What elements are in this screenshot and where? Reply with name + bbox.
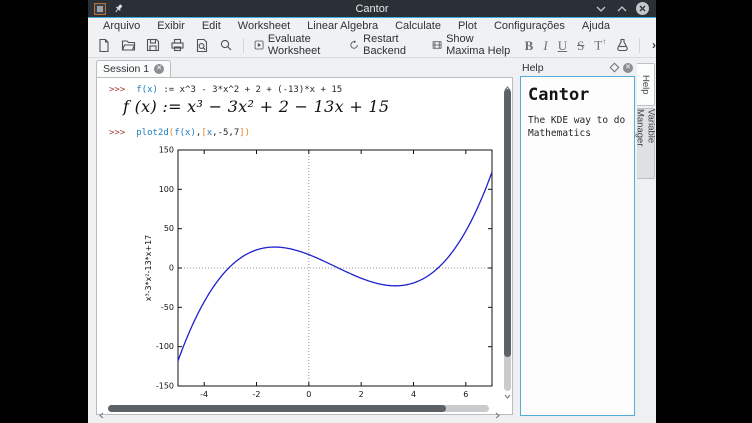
svg-text:150: 150 — [159, 146, 174, 155]
session-tab[interactable]: Session 1 ✕ — [96, 60, 171, 77]
svg-text:2: 2 — [359, 390, 364, 399]
toolbar-separator — [243, 38, 244, 53]
app-icon[interactable] — [94, 3, 106, 15]
menu-item-ajuda[interactable]: Ajuda — [582, 20, 610, 32]
svg-text:50: 50 — [164, 224, 174, 233]
horizontal-scrollbar-thumb[interactable] — [108, 405, 446, 412]
svg-text:-4: -4 — [200, 390, 208, 399]
bold-button[interactable]: B — [525, 39, 534, 52]
prompt: >>> — [109, 128, 125, 138]
scroll-right-icon[interactable] — [495, 406, 500, 423]
text-color-button[interactable] — [616, 38, 629, 52]
svg-text:4: 4 — [411, 390, 416, 399]
horizontal-scrollbar[interactable] — [97, 404, 503, 414]
svg-text:x³-3*x²-13*x+17: x³-3*x²-13*x+17 — [144, 235, 153, 302]
side-tab-variable-manager[interactable]: Variable Manager — [637, 108, 655, 179]
menu-item-linear-algebra[interactable]: Linear Algebra — [307, 20, 378, 32]
svg-text:-2: -2 — [253, 390, 261, 399]
window-title: Cantor — [88, 3, 656, 15]
desktop-background: Cantor Arquivo Exibir Edit Worksheet Lin… — [0, 0, 752, 423]
menu-item-edit[interactable]: Edit — [202, 20, 221, 32]
worksheet-frame: >>> f(x) := x^3 - 3*x^2 + 2 + (-13)*x + … — [96, 77, 513, 415]
strikethrough-button[interactable]: S — [577, 39, 584, 52]
vertical-scrollbar[interactable] — [503, 78, 512, 404]
titlebar[interactable]: Cantor — [88, 0, 656, 18]
command-code[interactable]: plot2d(f(x),[x,-5,7]) — [136, 128, 250, 138]
help-panel-title: Help — [522, 62, 544, 74]
new-document-button[interactable] — [97, 38, 111, 53]
session-tab-label: Session 1 — [103, 63, 149, 75]
worksheet-panel: Session 1 ✕ >>> f(x) := x^3 - 3*x^2 + 2 … — [88, 59, 515, 423]
show-maxima-help-button[interactable]: Show Maxima Help — [432, 33, 515, 57]
svg-text:0: 0 — [306, 390, 311, 399]
restart-icon — [349, 38, 359, 52]
menu-item-calculate[interactable]: Calculate — [395, 20, 441, 32]
menu-item-plot[interactable]: Plot — [458, 20, 477, 32]
maximize-button[interactable] — [615, 2, 628, 15]
shade-button[interactable] — [594, 2, 607, 15]
help-panel: Help ✕ Cantor The KDE way to do Mathemat… — [518, 59, 637, 423]
prompt: >>> — [109, 85, 125, 95]
italic-button[interactable]: I — [543, 39, 547, 52]
close-button[interactable] — [636, 2, 649, 15]
menubar: Arquivo Exibir Edit Worksheet Linear Alg… — [88, 18, 656, 33]
scroll-left-icon[interactable] — [99, 406, 104, 423]
command-code[interactable]: f(x) := x^3 - 3*x^2 + 2 + (-13)*x + 15 — [136, 85, 342, 95]
worksheet-canvas[interactable]: >>> f(x) := x^3 - 3*x^2 + 2 + (-13)*x + … — [97, 78, 503, 404]
float-panel-icon[interactable] — [610, 63, 620, 73]
session-tab-close-icon[interactable]: ✕ — [154, 64, 164, 74]
menu-item-worksheet[interactable]: Worksheet — [238, 20, 290, 32]
scroll-down-icon[interactable] — [504, 386, 511, 404]
help-content: Cantor The KDE way to do Mathematics — [520, 76, 635, 416]
svg-text:-100: -100 — [156, 342, 174, 351]
menu-item-configuracoes[interactable]: Configurações — [494, 20, 565, 32]
side-tab-help[interactable]: Help — [637, 63, 655, 106]
toolbar: Evaluate Worksheet Restart Backend Show … — [88, 33, 656, 58]
svg-text:100: 100 — [159, 185, 174, 194]
plot-image: -4 -2 0 2 4 6 -150 -100 -50 0 50 100 150 x³-3*x²-13*x… — [140, 145, 500, 403]
play-icon — [254, 38, 264, 52]
print-button[interactable] — [170, 38, 185, 52]
svg-text:6: 6 — [463, 390, 468, 399]
vertical-scrollbar-thumb[interactable] — [504, 89, 511, 357]
side-tab-strip: Help Variable Manager — [637, 59, 656, 423]
command-entry-2[interactable]: >>> plot2d(f(x),[x,-5,7]) — [109, 128, 250, 138]
underline-button[interactable]: U — [558, 39, 567, 52]
find-button[interactable] — [219, 38, 233, 52]
print-preview-button[interactable] — [195, 38, 209, 53]
toolbar-overflow-button[interactable]: › — [652, 38, 656, 52]
cantor-window: Cantor Arquivo Exibir Edit Worksheet Lin… — [88, 0, 656, 423]
rendered-math-output: f (x) := x³ − 3x² + 2 − 13x + 15 — [123, 97, 389, 116]
help-body-text: The KDE way to do Mathematics — [528, 114, 627, 141]
evaluate-worksheet-button[interactable]: Evaluate Worksheet — [254, 33, 339, 57]
restart-backend-button[interactable]: Restart Backend — [349, 33, 422, 57]
help-heading: Cantor — [528, 85, 627, 105]
svg-text:-150: -150 — [156, 382, 174, 391]
help-panel-close-icon[interactable]: ✕ — [623, 63, 633, 73]
toolbar-separator — [639, 38, 640, 53]
svg-text:-50: -50 — [161, 303, 174, 312]
superscript-button[interactable]: T↑ — [594, 38, 606, 51]
open-button[interactable] — [121, 38, 136, 52]
command-entry-1[interactable]: >>> f(x) := x^3 - 3*x^2 + 2 + (-13)*x + … — [109, 85, 342, 95]
maxima-icon — [432, 38, 442, 52]
menu-item-arquivo[interactable]: Arquivo — [103, 20, 140, 32]
svg-text:0: 0 — [169, 264, 174, 273]
save-button[interactable] — [146, 38, 160, 52]
menu-item-exibir[interactable]: Exibir — [157, 20, 185, 32]
help-panel-header[interactable]: Help ✕ — [518, 59, 637, 76]
main-content: Session 1 ✕ >>> f(x) := x^3 - 3*x^2 + 2 … — [88, 59, 656, 423]
pin-icon[interactable] — [112, 2, 125, 15]
